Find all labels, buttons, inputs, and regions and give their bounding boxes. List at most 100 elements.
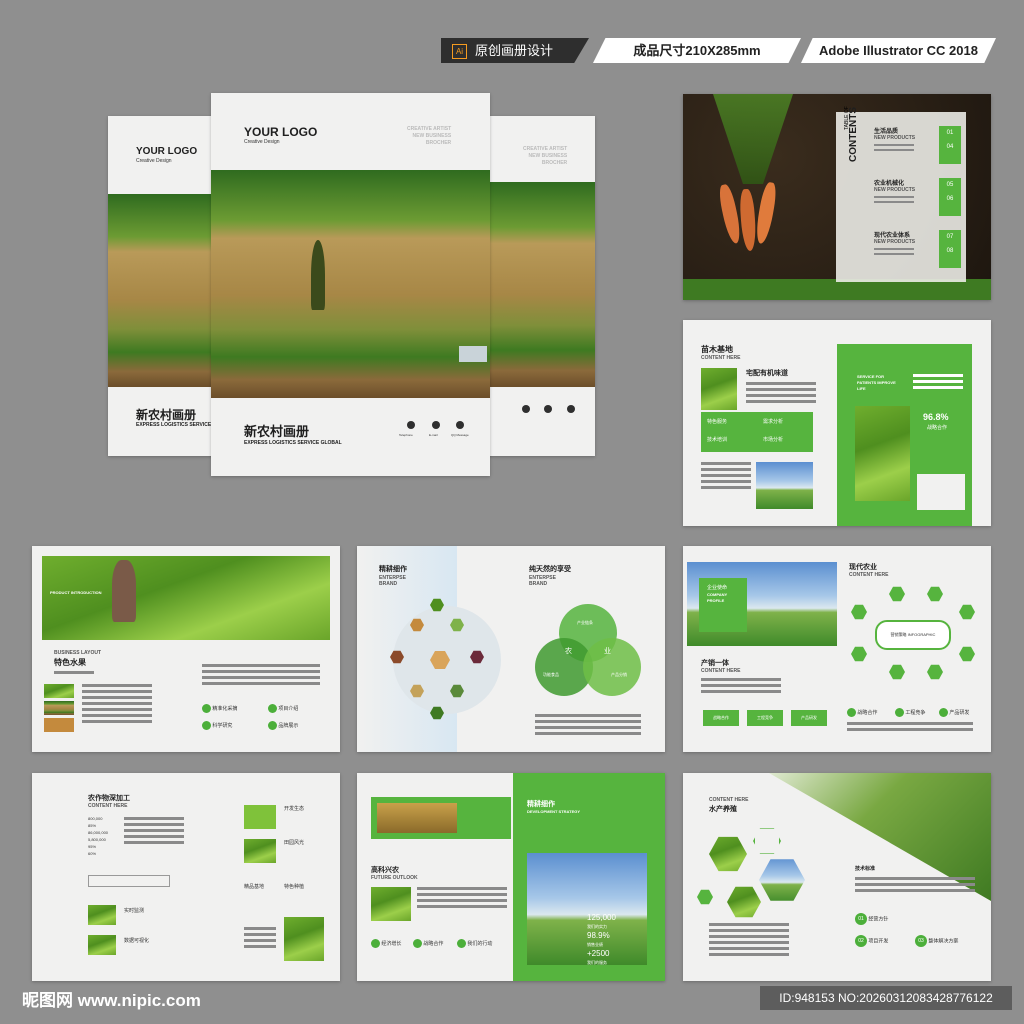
text-lines	[124, 817, 184, 847]
icon-label-chat: QQ Message	[451, 433, 469, 437]
leaf-icon	[202, 721, 211, 730]
item: 精准化采摘	[202, 704, 237, 713]
green-panel: 精耕细作 DEVELOPMENT STRATEGY 125,000 我们的实力 9…	[513, 773, 665, 981]
spread-title: 苗木基地	[701, 345, 733, 354]
stats-list: 800,000 85% 86,000,000 5,800,000 95% 60%	[88, 816, 109, 856]
button-box: 工程竞争	[747, 710, 783, 726]
photo	[284, 917, 324, 961]
text-lines	[701, 678, 781, 696]
barn	[459, 346, 487, 362]
tag: 技术培训	[707, 437, 728, 443]
photo	[44, 718, 74, 732]
farmer	[112, 560, 136, 622]
venn-right	[583, 638, 641, 696]
hex-solid	[697, 889, 713, 905]
label: 实时监测	[124, 908, 145, 914]
hex-photo	[759, 859, 805, 901]
icon-label-phone: Telephone	[399, 433, 413, 437]
label: 精品基地	[244, 884, 265, 890]
spread-processing: 农作物深加工 CONTENT HERE 800,000 85% 86,000,000…	[32, 773, 340, 981]
contents-section: 现代农业体系 NEW PRODUCTS	[874, 230, 915, 258]
contents-number: 07 08	[939, 230, 961, 268]
text-lines	[746, 382, 816, 406]
content-label: CONTENT HERE	[709, 797, 749, 803]
venn-label: 产业链条	[577, 620, 593, 625]
mail-icon	[432, 421, 440, 429]
numbered-item: 02 项目开发	[855, 935, 888, 947]
leaf-icon	[895, 708, 904, 717]
leaf-icon	[939, 708, 948, 717]
spread-sub: CONTENT HERE	[701, 355, 741, 361]
photo	[88, 905, 116, 925]
label: 数据可视化	[124, 938, 150, 944]
photo	[701, 368, 737, 410]
spread-fruit: PRODUCT INTRODUCTION BUSINESS LAYOUT 特色水…	[32, 546, 340, 752]
photo	[244, 839, 276, 863]
tech-label: 技术标准	[855, 866, 876, 872]
contents-spread: CONTENTS TABLE OF 生活品质 NEW PRODUCTS 01 04…	[683, 94, 991, 300]
numbered-item: 03 整体解决方案	[915, 935, 958, 947]
search-box	[88, 875, 170, 887]
text-lines	[701, 462, 751, 492]
right-sub: ENTERPSE BRAND	[529, 575, 556, 587]
text-lines	[54, 671, 94, 677]
logo-text: YOUR LOGO	[136, 146, 198, 157]
greenhouse-photo	[855, 406, 910, 501]
label: 田园风光	[284, 840, 305, 846]
info-node	[889, 664, 905, 680]
spread-modern: 企业使命 COMPANY PROFILE 产销一体 CONTENT HERE 战…	[683, 546, 991, 752]
venn-label: 功能食品	[543, 672, 559, 677]
cover-title: 新农村画册	[244, 424, 310, 439]
venn-label: 农	[565, 648, 572, 655]
item: 项目介绍	[268, 704, 298, 713]
contents-section: 生活品质 NEW PRODUCTS	[874, 126, 915, 154]
leaf-icon	[268, 704, 277, 713]
grass	[683, 279, 991, 300]
cover-front: YOUR LOGO Creative Design CREATIVE ARTIS…	[211, 93, 490, 476]
info-node	[959, 604, 975, 620]
right-title: 纯天然的享受	[529, 566, 571, 573]
label: 开发生态	[284, 806, 305, 812]
logo-sub: Creative Design	[136, 158, 172, 164]
info-node	[889, 586, 905, 602]
cover-title: 新农村画册	[136, 408, 197, 422]
photo	[88, 935, 116, 955]
hex-photo	[727, 886, 761, 918]
size-badge: 成品尺寸210X285mm	[593, 38, 801, 63]
photo	[371, 887, 411, 921]
chat-icon	[567, 405, 575, 413]
spread-title: 水产养殖	[709, 806, 737, 813]
label: 特色种植	[284, 884, 305, 890]
contents-section: 农业机械化 NEW PRODUCTS	[874, 178, 915, 206]
left-title: 精耕细作	[379, 566, 407, 573]
legend-item: 战略合作	[847, 708, 877, 717]
venn-label: 产品分销	[611, 672, 627, 677]
text-lines	[913, 374, 963, 392]
hex-photo	[709, 836, 747, 872]
tag: 市场分析	[763, 437, 784, 443]
spread-title: 农作物深加工	[88, 795, 130, 802]
leaf-icon	[847, 708, 856, 717]
text-lines	[709, 923, 789, 959]
cover-back-right: CREATIVE ARTIST NEW BUSINESS BROCHER	[475, 116, 595, 456]
wheat-photo	[377, 803, 457, 833]
leaf-icon	[413, 939, 422, 948]
green-panel: SERVICE FOR PATIENTS IMPROVE LIFE 96.8% …	[837, 344, 972, 526]
logo-sub: Creative Design	[244, 139, 280, 145]
item: 品牌展示	[268, 721, 298, 730]
contents-panel: CONTENTS TABLE OF 生活品质 NEW PRODUCTS 01 04…	[836, 106, 966, 282]
icon-label-mail: E-mail	[429, 433, 438, 437]
info-node	[959, 646, 975, 662]
photo	[244, 805, 276, 829]
stat-label: 战略合作	[927, 425, 948, 431]
watermark-site: 昵图网 www.nipic.com	[22, 991, 201, 1010]
info-node	[851, 646, 867, 662]
button-box: 产品研发	[791, 710, 827, 726]
left-sub: CONTENT HERE	[701, 668, 741, 674]
tea-photo	[42, 556, 330, 640]
spread-title: 特色水果	[54, 658, 86, 667]
left-title: 高科兴农	[371, 867, 399, 874]
software-name-badge: Adobe Illustrator CC 2018	[801, 38, 996, 63]
phone-icon	[522, 405, 530, 413]
spread-sub: CONTENT HERE	[88, 803, 128, 809]
